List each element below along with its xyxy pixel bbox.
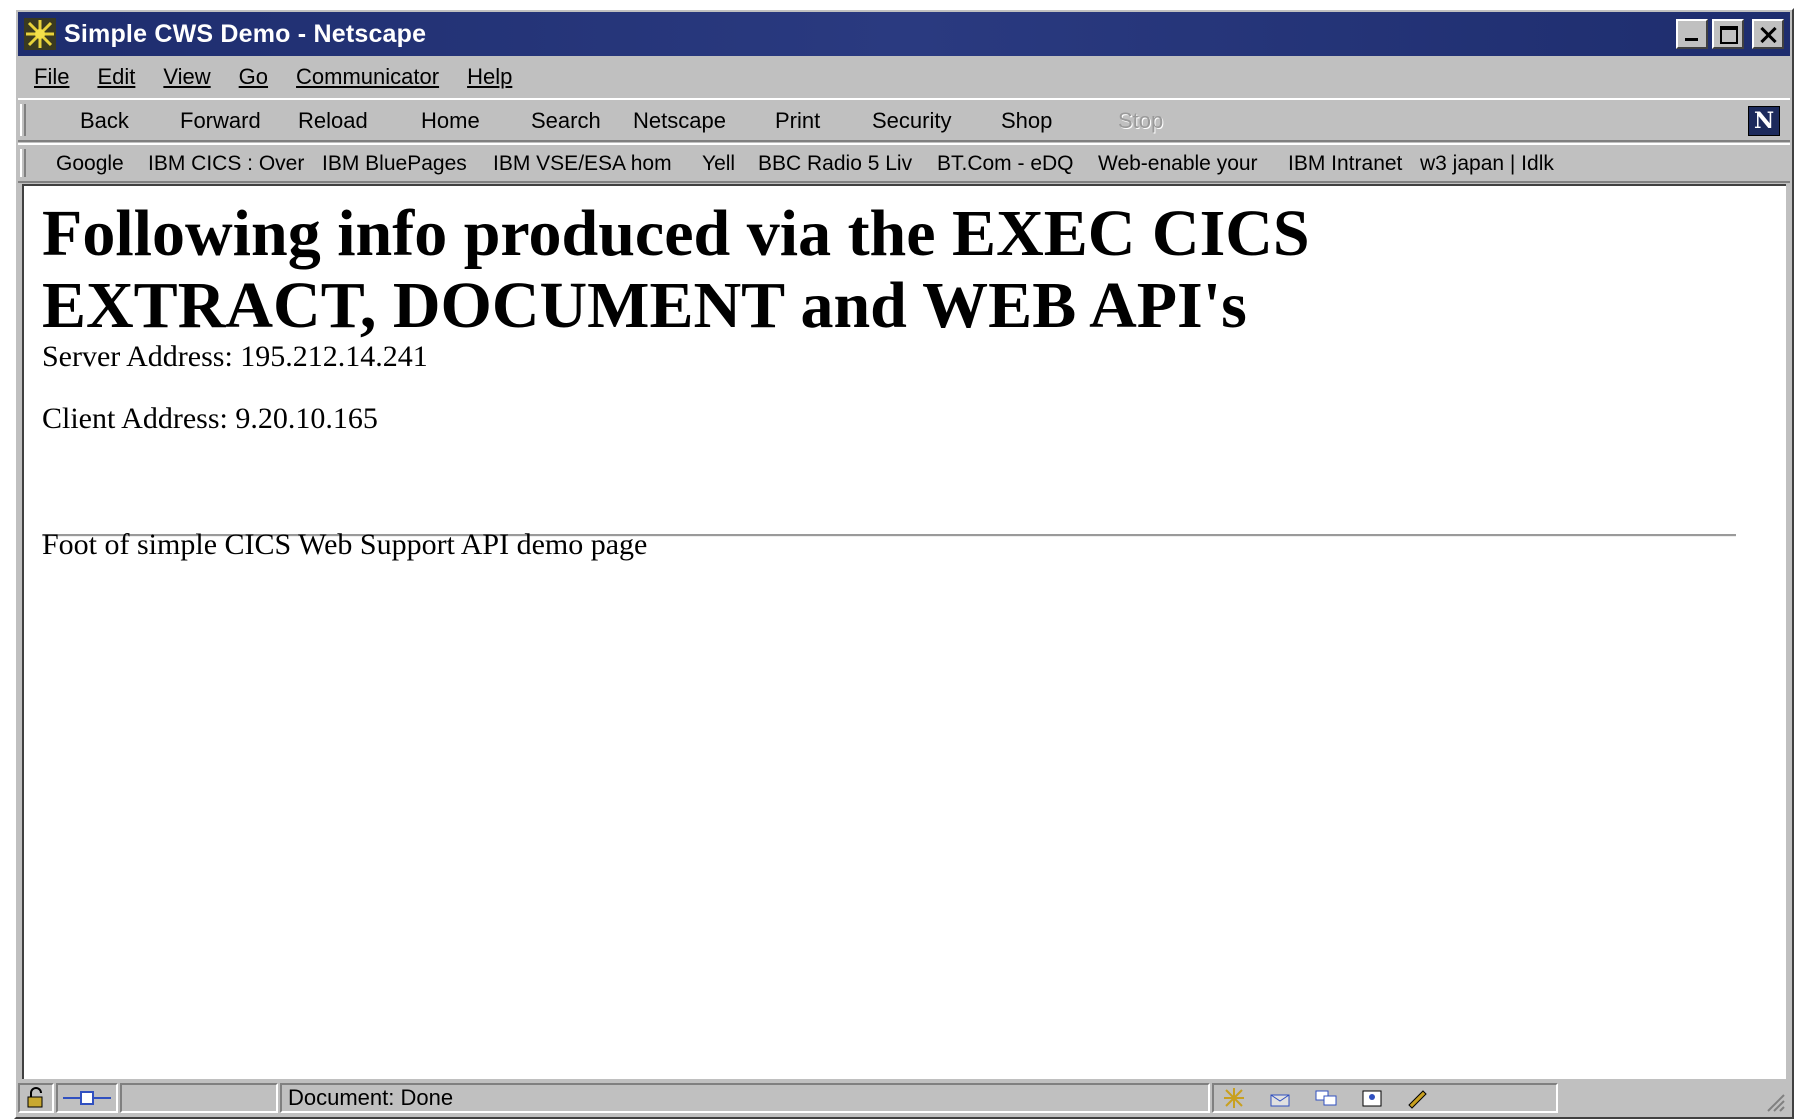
browser-window: Simple CWS Demo - Netscape File Edit Vie…	[14, 8, 1794, 1119]
menu-help[interactable]: Help	[467, 64, 512, 90]
bookmark-web-enable[interactable]: Web-enable your	[1098, 152, 1258, 176]
shop-button[interactable]: Shop	[1001, 108, 1052, 134]
menu-help-label: Help	[467, 64, 513, 89]
search-button[interactable]: Search	[531, 108, 601, 134]
menu-view[interactable]: View	[163, 64, 210, 90]
connection-indicator[interactable]	[56, 1083, 118, 1113]
security-lock-indicator[interactable]	[18, 1083, 54, 1113]
forward-button[interactable]: Forward	[180, 108, 261, 134]
status-message-cell: Document: Done	[280, 1083, 1210, 1113]
menu-go-label: Go	[238, 64, 269, 89]
status-message: Document: Done	[288, 1085, 454, 1110]
status-bar: Document: Done	[18, 1081, 1790, 1115]
reload-button[interactable]: Reload	[298, 108, 368, 134]
menu-file-label: File	[34, 64, 70, 89]
minimize-button[interactable]	[1676, 19, 1708, 49]
menu-go[interactable]: Go	[239, 64, 268, 90]
bookmark-ibm-intranet[interactable]: IBM Intranet	[1288, 152, 1402, 176]
stop-button[interactable]: Stop	[1118, 108, 1163, 134]
page-heading: Following info produced via the EXEC CIC…	[42, 197, 1310, 342]
navigation-toolbar: Back Forward Reload Home Search Netscape…	[18, 98, 1790, 142]
close-button[interactable]	[1752, 19, 1784, 49]
client-address-text: Client Address: 9.20.10.165	[42, 402, 378, 435]
menu-file[interactable]: File	[34, 64, 69, 90]
netscape-logo[interactable]: N	[1748, 106, 1780, 136]
mail-icon[interactable]	[1268, 1087, 1292, 1109]
personal-toolbar: Google IBM CICS : Over IBM BluePages IBM…	[18, 143, 1790, 183]
bookmark-ibm-cics[interactable]: IBM CICS : Over	[148, 152, 304, 176]
bookmark-ibm-vse[interactable]: IBM VSE/ESA hom	[493, 152, 672, 176]
menu-communicator[interactable]: Communicator	[296, 64, 439, 90]
toolbar-grip[interactable]	[20, 104, 26, 136]
bookmark-ibm-bluepages[interactable]: IBM BluePages	[322, 152, 467, 176]
address-book-icon[interactable]	[1360, 1087, 1384, 1109]
resize-grip[interactable]	[1762, 1089, 1786, 1113]
composer-icon[interactable]	[1406, 1087, 1430, 1109]
bookmark-google[interactable]: Google	[56, 152, 124, 176]
network-plug-icon	[63, 1091, 111, 1105]
bookmark-yell[interactable]: Yell	[702, 152, 735, 176]
back-button[interactable]: Back	[80, 108, 129, 134]
personal-toolbar-grip[interactable]	[20, 149, 26, 177]
bookmark-w3-japan[interactable]: w3 japan | Idlk	[1420, 152, 1554, 176]
bookmark-bbc-radio[interactable]: BBC Radio 5 Liv	[758, 152, 912, 176]
menu-communicator-label: Communicator	[296, 64, 440, 89]
menu-bar: File Edit View Go Communicator Help	[18, 58, 1790, 96]
title-bar[interactable]: Simple CWS Demo - Netscape	[18, 12, 1790, 56]
netscape-app-icon	[24, 18, 56, 50]
menu-view-label: View	[163, 64, 211, 89]
menu-edit-label: Edit	[97, 64, 136, 89]
window-title: Simple CWS Demo - Netscape	[64, 19, 427, 48]
progress-bar	[120, 1083, 278, 1113]
print-button[interactable]: Print	[775, 108, 820, 134]
menu-edit[interactable]: Edit	[97, 64, 135, 90]
security-button[interactable]: Security	[872, 108, 951, 134]
page-footer-text: Foot of simple CICS Web Support API demo…	[42, 528, 648, 561]
bookmark-bt-com[interactable]: BT.Com - eDQ	[937, 152, 1074, 176]
page-content[interactable]: Following info produced via the EXEC CIC…	[22, 184, 1786, 1079]
discussions-icon[interactable]	[1314, 1087, 1338, 1109]
navigator-icon[interactable]	[1222, 1087, 1246, 1109]
netscape-button[interactable]: Netscape	[633, 108, 726, 134]
component-bar	[1212, 1083, 1558, 1113]
home-button[interactable]: Home	[421, 108, 480, 134]
server-address-text: Server Address: 195.212.14.241	[42, 340, 428, 373]
lock-icon	[27, 1087, 43, 1108]
resize-grip-icon	[1767, 1094, 1785, 1112]
maximize-button[interactable]	[1712, 19, 1744, 49]
